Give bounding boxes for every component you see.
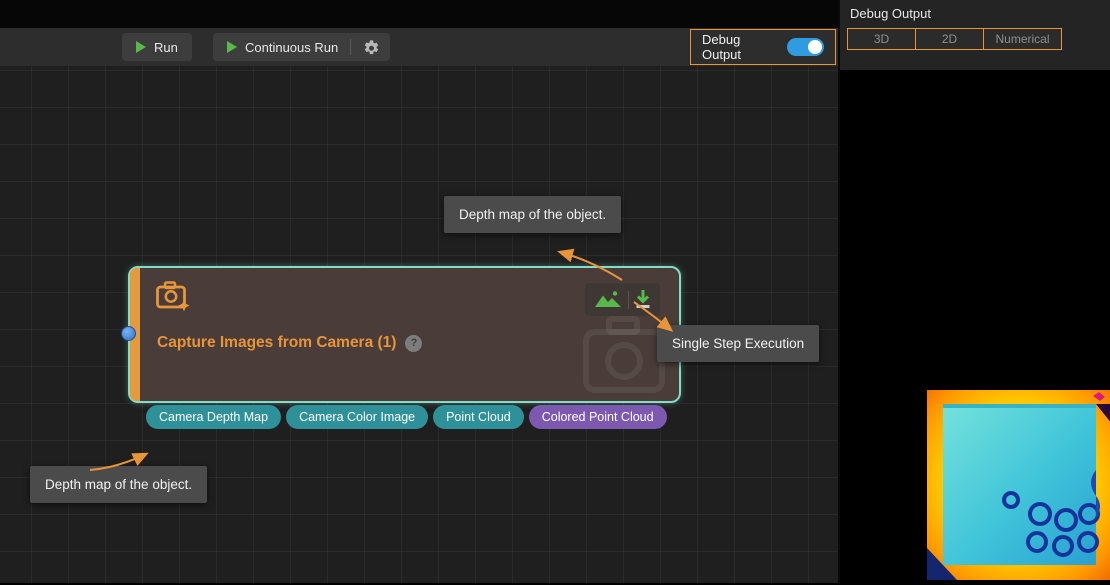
debug-output-toggle[interactable] (787, 38, 824, 56)
tooltip-depth-map-bottom: Depth map of the object. (30, 466, 207, 503)
help-icon[interactable]: ? (405, 335, 422, 352)
node-output-ports: Camera Depth Map Camera Color Image Poin… (146, 405, 667, 429)
play-icon (227, 41, 237, 53)
icon-separator (628, 291, 629, 309)
output-port-point-cloud[interactable]: Point Cloud (433, 405, 524, 429)
window-top-strip (0, 0, 838, 28)
toggle-knob (808, 40, 822, 54)
run-button[interactable]: Run (122, 33, 192, 61)
tab-numerical[interactable]: Numerical (983, 28, 1062, 50)
debug-output-toggle-group: Debug Output (690, 29, 836, 65)
preview-image-icon[interactable] (594, 289, 622, 310)
output-port-colored-point-cloud[interactable]: Colored Point Cloud (529, 405, 667, 429)
tab-2d[interactable]: 2D (915, 28, 984, 50)
tooltip-single-step-execution: Single Step Execution (657, 325, 819, 362)
run-button-label: Run (154, 40, 178, 55)
gear-icon[interactable] (363, 39, 380, 56)
play-icon (136, 41, 146, 53)
continuous-run-label: Continuous Run (245, 40, 338, 55)
camera-icon (155, 279, 193, 318)
single-step-execution-icon[interactable] (635, 289, 651, 310)
node-title: Capture Images from Camera (1) (157, 334, 396, 352)
node-input-port[interactable] (121, 326, 136, 341)
debug-panel-title: Debug Output (850, 6, 931, 21)
debug-viewport[interactable] (840, 70, 1110, 583)
continuous-run-button[interactable]: Continuous Run (213, 33, 390, 61)
node-title-row: Capture Images from Camera (1) ? (157, 334, 422, 352)
output-port-camera-color-image[interactable]: Camera Color Image (286, 405, 428, 429)
debug-panel-tabs: 3D 2D Numerical (847, 28, 1061, 50)
node-capture-images-from-camera[interactable]: Capture Images from Camera (1) ? (128, 266, 681, 403)
node-action-icons (585, 283, 660, 316)
depth-map-image (927, 390, 1110, 585)
toolbar: Run Continuous Run Debug Output (0, 28, 838, 66)
toolbar-divider (350, 39, 351, 55)
debug-output-panel: Debug Output 3D 2D Numerical (838, 0, 1110, 583)
canvas-region: Run Continuous Run Debug Output (0, 0, 838, 583)
tab-3d[interactable]: 3D (847, 28, 916, 50)
output-port-camera-depth-map[interactable]: Camera Depth Map (146, 405, 281, 429)
debug-panel-header: Debug Output 3D 2D Numerical (840, 0, 1110, 70)
tooltip-depth-map-top: Depth map of the object. (444, 196, 621, 233)
debug-output-label: Debug Output (702, 32, 777, 62)
camera-watermark-icon (580, 314, 668, 403)
